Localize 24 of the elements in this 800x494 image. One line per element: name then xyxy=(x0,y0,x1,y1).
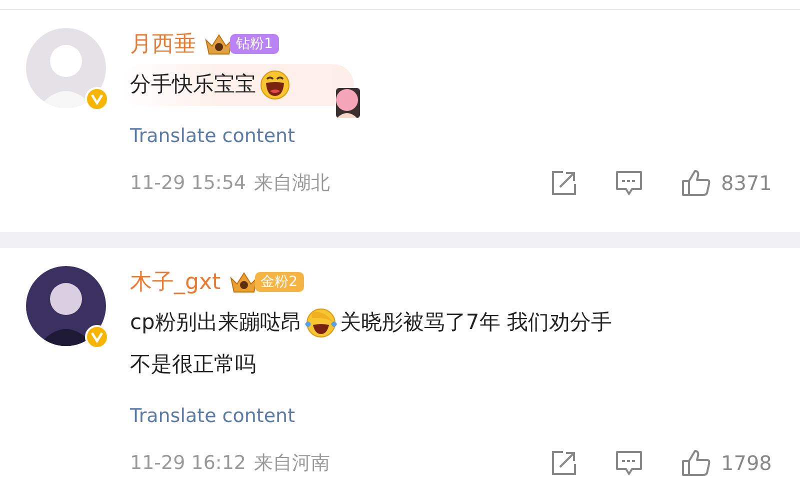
translate-link[interactable]: Translate content xyxy=(130,122,296,150)
timestamp: 11-29 16:12 xyxy=(130,450,246,476)
grinning-emoji-icon xyxy=(260,70,290,100)
comment-icon[interactable] xyxy=(615,450,643,476)
comment-text: 分手快乐宝宝 xyxy=(130,71,256,98)
comment-text: 关晓彤被骂了7年 我们劝分手 xyxy=(340,309,612,336)
username[interactable]: 木子_gxt xyxy=(130,266,221,298)
share-icon[interactable] xyxy=(551,450,577,476)
location-text: 来自河南 xyxy=(254,450,330,476)
like-count: 1798 xyxy=(721,450,773,477)
fan-level-label: 金粉2 xyxy=(254,272,304,292)
thumbs-up-icon[interactable] xyxy=(681,449,711,477)
comment-text: cp粉别出来蹦哒昂 xyxy=(130,309,302,336)
translate-link[interactable]: Translate content xyxy=(130,402,296,430)
comment-text: 不是很正常吗 xyxy=(130,351,256,378)
thumbs-up-icon[interactable] xyxy=(681,169,711,197)
like-count: 8371 xyxy=(721,170,773,197)
location-text: 来自湖北 xyxy=(254,170,330,196)
username[interactable]: 月西垂 xyxy=(130,28,196,60)
timestamp: 11-29 15:54 xyxy=(130,170,246,196)
fan-level-label: 钻粉1 xyxy=(230,34,279,54)
crying-laughing-emoji-icon xyxy=(304,308,338,338)
comment-icon[interactable] xyxy=(615,170,643,196)
share-icon[interactable] xyxy=(551,170,577,196)
